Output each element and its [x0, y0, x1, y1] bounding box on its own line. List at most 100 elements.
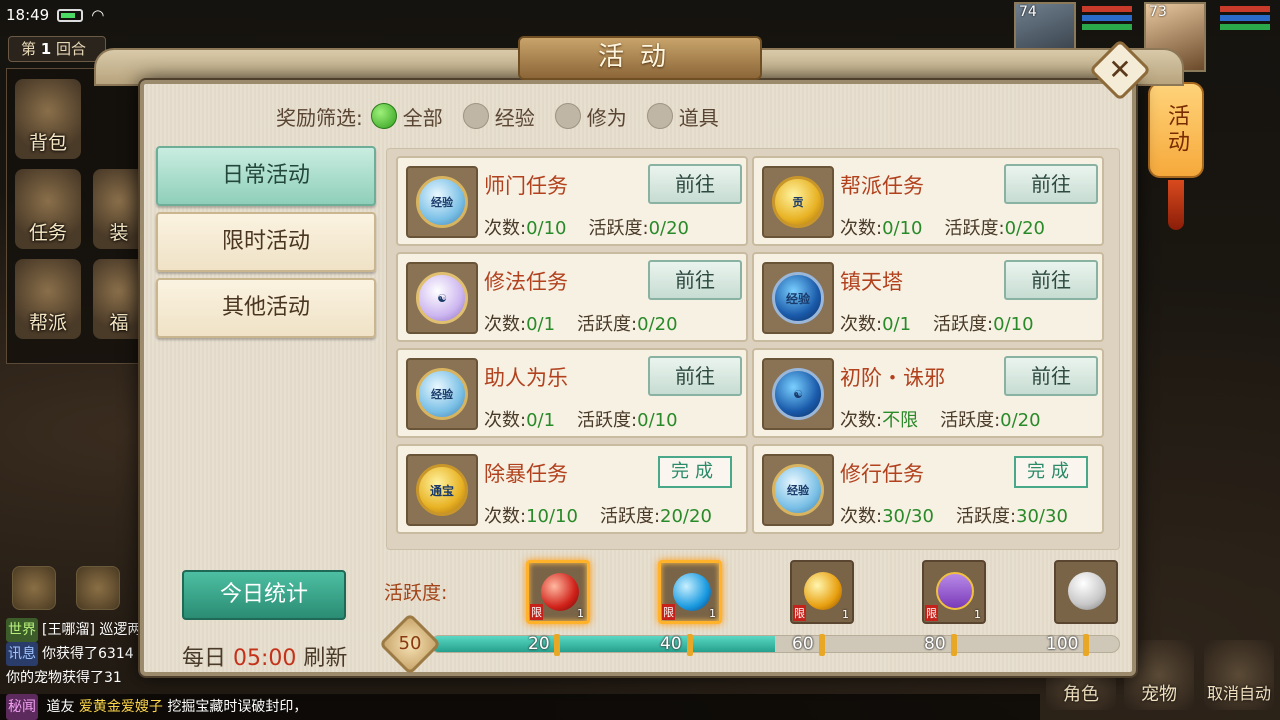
exp-coin-icon: 经验 — [772, 464, 824, 516]
red-orb-icon — [541, 573, 579, 611]
backpack-button[interactable]: 背包 — [15, 79, 81, 159]
quest-button[interactable]: 任务 — [15, 169, 81, 249]
gold-orb-icon — [804, 572, 842, 610]
refresh-info: 每日 05:00 刷新 — [182, 646, 348, 671]
cancel-auto-button[interactable]: 取消自动 — [1204, 640, 1274, 710]
reward-chest-40[interactable]: 限 1 — [658, 560, 722, 624]
tab-other[interactable]: 其他活动 — [156, 278, 376, 338]
task-stats: 次数:0/1 活跃度:0/10 — [840, 314, 1034, 335]
chat-log[interactable]: 世界 [王哪溜] 巡逻两 讯息 你获得了6314 你的宠物获得了31 — [0, 618, 160, 690]
task-card: 经验 助人为乐 次数:0/1 活跃度:0/10 前往 — [396, 348, 748, 438]
reward-chest-100[interactable] — [1054, 560, 1118, 624]
reward-chest-60[interactable]: 限 1 — [790, 560, 854, 624]
task-card: ☯ 初阶・诛邪 次数:不限 活跃度:0/20 前往 — [752, 348, 1104, 438]
radio-selected-icon — [370, 103, 397, 129]
filter-items-radio[interactable]: 道具 — [646, 102, 719, 131]
task-name: 助人为乐 — [484, 366, 568, 390]
milestone-tick — [687, 634, 693, 656]
exp-coin-icon: 经验 — [416, 368, 468, 420]
task-card: 经验 镇天塔 次数:0/1 活跃度:0/10 前往 — [752, 252, 1104, 342]
task-card: ☯ 修法任务 次数:0/1 活跃度:0/20 前往 — [396, 252, 748, 342]
round-indicator: 第 1 回合 — [8, 36, 106, 62]
gong-coin-icon: 贡 — [772, 176, 824, 228]
close-icon: ✕ — [1108, 53, 1132, 86]
task-name: 修行任务 — [840, 462, 924, 486]
battery-icon — [57, 8, 84, 22]
milestone-label: 40 — [660, 634, 682, 654]
task-stats: 次数:10/10 活跃度:20/20 — [484, 506, 712, 527]
go-button[interactable]: 前往 — [1004, 164, 1098, 204]
task-card: 经验 师门任务 次数:0/10 活跃度:0/20 前往 — [396, 156, 748, 246]
silver-ingot-icon — [1068, 572, 1106, 610]
task-card: 经验 修行任务 次数:30/30 活跃度:30/30 完成 — [752, 444, 1104, 534]
task-stats: 次数:0/10 活跃度:0/20 — [840, 218, 1045, 239]
filter-all-radio[interactable]: 全部 — [370, 102, 443, 131]
clock: 18:49 — [6, 6, 50, 24]
task-card: 通宝 除暴任务 次数:10/10 活跃度:20/20 完成 — [396, 444, 748, 534]
filter-cultivation-radio[interactable]: 修为 — [554, 102, 627, 131]
go-button[interactable]: 前往 — [1004, 356, 1098, 396]
activity-label: 活跃度: — [384, 582, 448, 604]
task-name: 帮派任务 — [840, 174, 924, 198]
task-card: 贡 帮派任务 次数:0/10 活跃度:0/20 前往 — [752, 156, 1104, 246]
system-chat-bar: 秘闻 道友 爱黄金爱嫂子 挖掘宝藏时误破封印， — [0, 694, 1040, 720]
reward-filter: 奖励筛选: 全部 经验 修为 道具 — [276, 100, 739, 132]
go-button[interactable]: 前往 — [648, 164, 742, 204]
task-stats: 次数:0/1 活跃度:0/20 — [484, 314, 678, 335]
equip-button[interactable]: 装 — [93, 169, 145, 249]
taiji-coin-icon: ☯ — [416, 272, 468, 324]
go-button[interactable]: 前往 — [1004, 260, 1098, 300]
task-stats: 次数:0/10 活跃度:0/20 — [484, 218, 689, 239]
task-stats: 次数:不限 活跃度:0/20 — [840, 410, 1041, 431]
pet-hp-bars — [1082, 6, 1132, 33]
milestone-label: 60 — [792, 634, 814, 654]
radio-icon — [646, 103, 673, 129]
filter-label: 奖励筛选: — [276, 105, 363, 130]
side-menu: 背包 任务 帮派 装 福 — [6, 68, 152, 364]
reward-chest-20[interactable]: 限 1 — [526, 560, 590, 624]
completed-stamp: 完成 — [658, 456, 732, 488]
guild-button[interactable]: 帮派 — [15, 259, 81, 339]
task-name: 初阶・诛邪 — [840, 366, 945, 390]
milestone-tick — [819, 634, 825, 656]
filter-exp-radio[interactable]: 经验 — [462, 102, 535, 131]
go-button[interactable]: 前往 — [648, 260, 742, 300]
fist-icon[interactable] — [12, 566, 56, 610]
today-stats-button[interactable]: 今日统计 — [182, 570, 346, 620]
chat-bubble-icon[interactable] — [76, 566, 120, 610]
chat-line: 你的宠物获得了31 — [6, 670, 122, 686]
tab-daily[interactable]: 日常活动 — [156, 146, 376, 206]
milestone-label: 80 — [924, 634, 946, 654]
milestone-label: 20 — [528, 634, 550, 654]
task-name: 修法任务 — [484, 270, 568, 294]
task-stats: 次数:30/30 活跃度:30/30 — [840, 506, 1068, 527]
radio-icon — [554, 103, 581, 129]
chat-line: 讯息 你获得了6314 — [0, 642, 160, 666]
exp-blue-coin-icon: 经验 — [772, 272, 824, 324]
chat-line: 世界 [王哪溜] 巡逻两 — [0, 618, 160, 642]
tab-limited[interactable]: 限时活动 — [156, 212, 376, 272]
exp-coin-icon: 经验 — [416, 176, 468, 228]
treasure-chest-icon — [936, 572, 974, 610]
radio-icon — [462, 103, 489, 129]
copper-coin-icon: 通宝 — [416, 464, 468, 516]
status-bar: 18:49 ◠ — [6, 6, 104, 24]
milestone-label: 100 — [1046, 634, 1079, 654]
tassel-decoration — [1168, 180, 1184, 230]
task-name: 师门任务 — [484, 174, 568, 198]
activity-progress-fill — [431, 636, 775, 652]
task-name: 镇天塔 — [840, 270, 903, 294]
milestone-tick — [951, 634, 957, 656]
activity-side-tab[interactable]: 活动 — [1148, 82, 1204, 178]
completed-stamp: 完成 — [1014, 456, 1088, 488]
milestone-tick — [554, 634, 560, 656]
category-tabs: 日常活动 限时活动 其他活动 — [156, 146, 376, 344]
go-button[interactable]: 前往 — [648, 356, 742, 396]
welfare-button[interactable]: 福 — [93, 259, 145, 339]
panel-title: 活动 — [518, 36, 762, 80]
blue-orb-icon — [673, 573, 711, 611]
reward-chest-80[interactable]: 限 1 — [922, 560, 986, 624]
task-name: 除暴任务 — [484, 462, 568, 486]
milestone-tick — [1083, 634, 1089, 656]
task-stats: 次数:0/1 活跃度:0/10 — [484, 410, 678, 431]
